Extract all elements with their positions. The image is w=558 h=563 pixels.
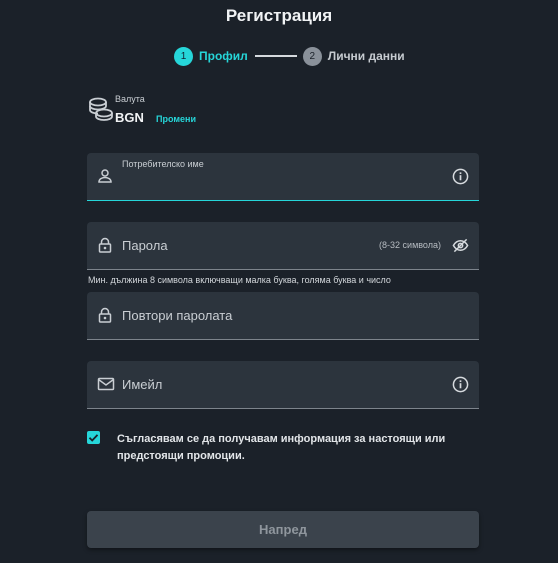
currency-value: BGN — [115, 110, 144, 125]
currency-label: Валута — [115, 94, 145, 104]
next-button[interactable]: Напред — [87, 511, 479, 548]
step-2-label[interactable]: Лични данни — [328, 49, 405, 63]
step-connector — [254, 55, 297, 57]
mail-icon — [97, 377, 115, 391]
page-title: Регистрация — [225, 6, 333, 25]
eye-off-icon[interactable] — [452, 237, 469, 254]
username-field[interactable]: Потребителско име — [87, 153, 479, 201]
repeat-password-field[interactable]: Повтори паролата — [87, 292, 479, 340]
info-icon[interactable] — [452, 376, 469, 393]
registration-stepper: 1 Профил 2 Лични данни — [174, 46, 405, 66]
step-1-label[interactable]: Профил — [199, 49, 248, 63]
repeat-password-placeholder: Повтори паролата — [122, 308, 233, 323]
password-length-hint: (8-32 символа) — [379, 240, 441, 250]
password-placeholder: Парола — [122, 238, 168, 253]
password-rules-hint: Мин. дължина 8 символа включващи малка б… — [88, 275, 391, 285]
lock-icon — [98, 307, 112, 323]
change-currency-link[interactable]: Промени — [156, 114, 196, 124]
email-placeholder: Имейл — [122, 377, 163, 392]
password-field[interactable]: Парола (8-32 символа) — [87, 222, 479, 270]
lock-icon — [98, 237, 112, 253]
consent-text: Съгласявам се да получавам информация за… — [117, 433, 446, 462]
step-2-indicator[interactable]: 2 — [302, 46, 322, 66]
consent-checkbox[interactable] — [87, 431, 100, 444]
user-icon — [98, 169, 112, 183]
info-icon[interactable] — [452, 168, 469, 185]
step-1-indicator[interactable]: 1 — [174, 46, 193, 66]
coins-icon — [89, 97, 113, 121]
email-field[interactable]: Имейл — [87, 361, 479, 409]
username-label: Потребителско име — [122, 159, 204, 169]
checkmark-icon — [88, 434, 99, 442]
